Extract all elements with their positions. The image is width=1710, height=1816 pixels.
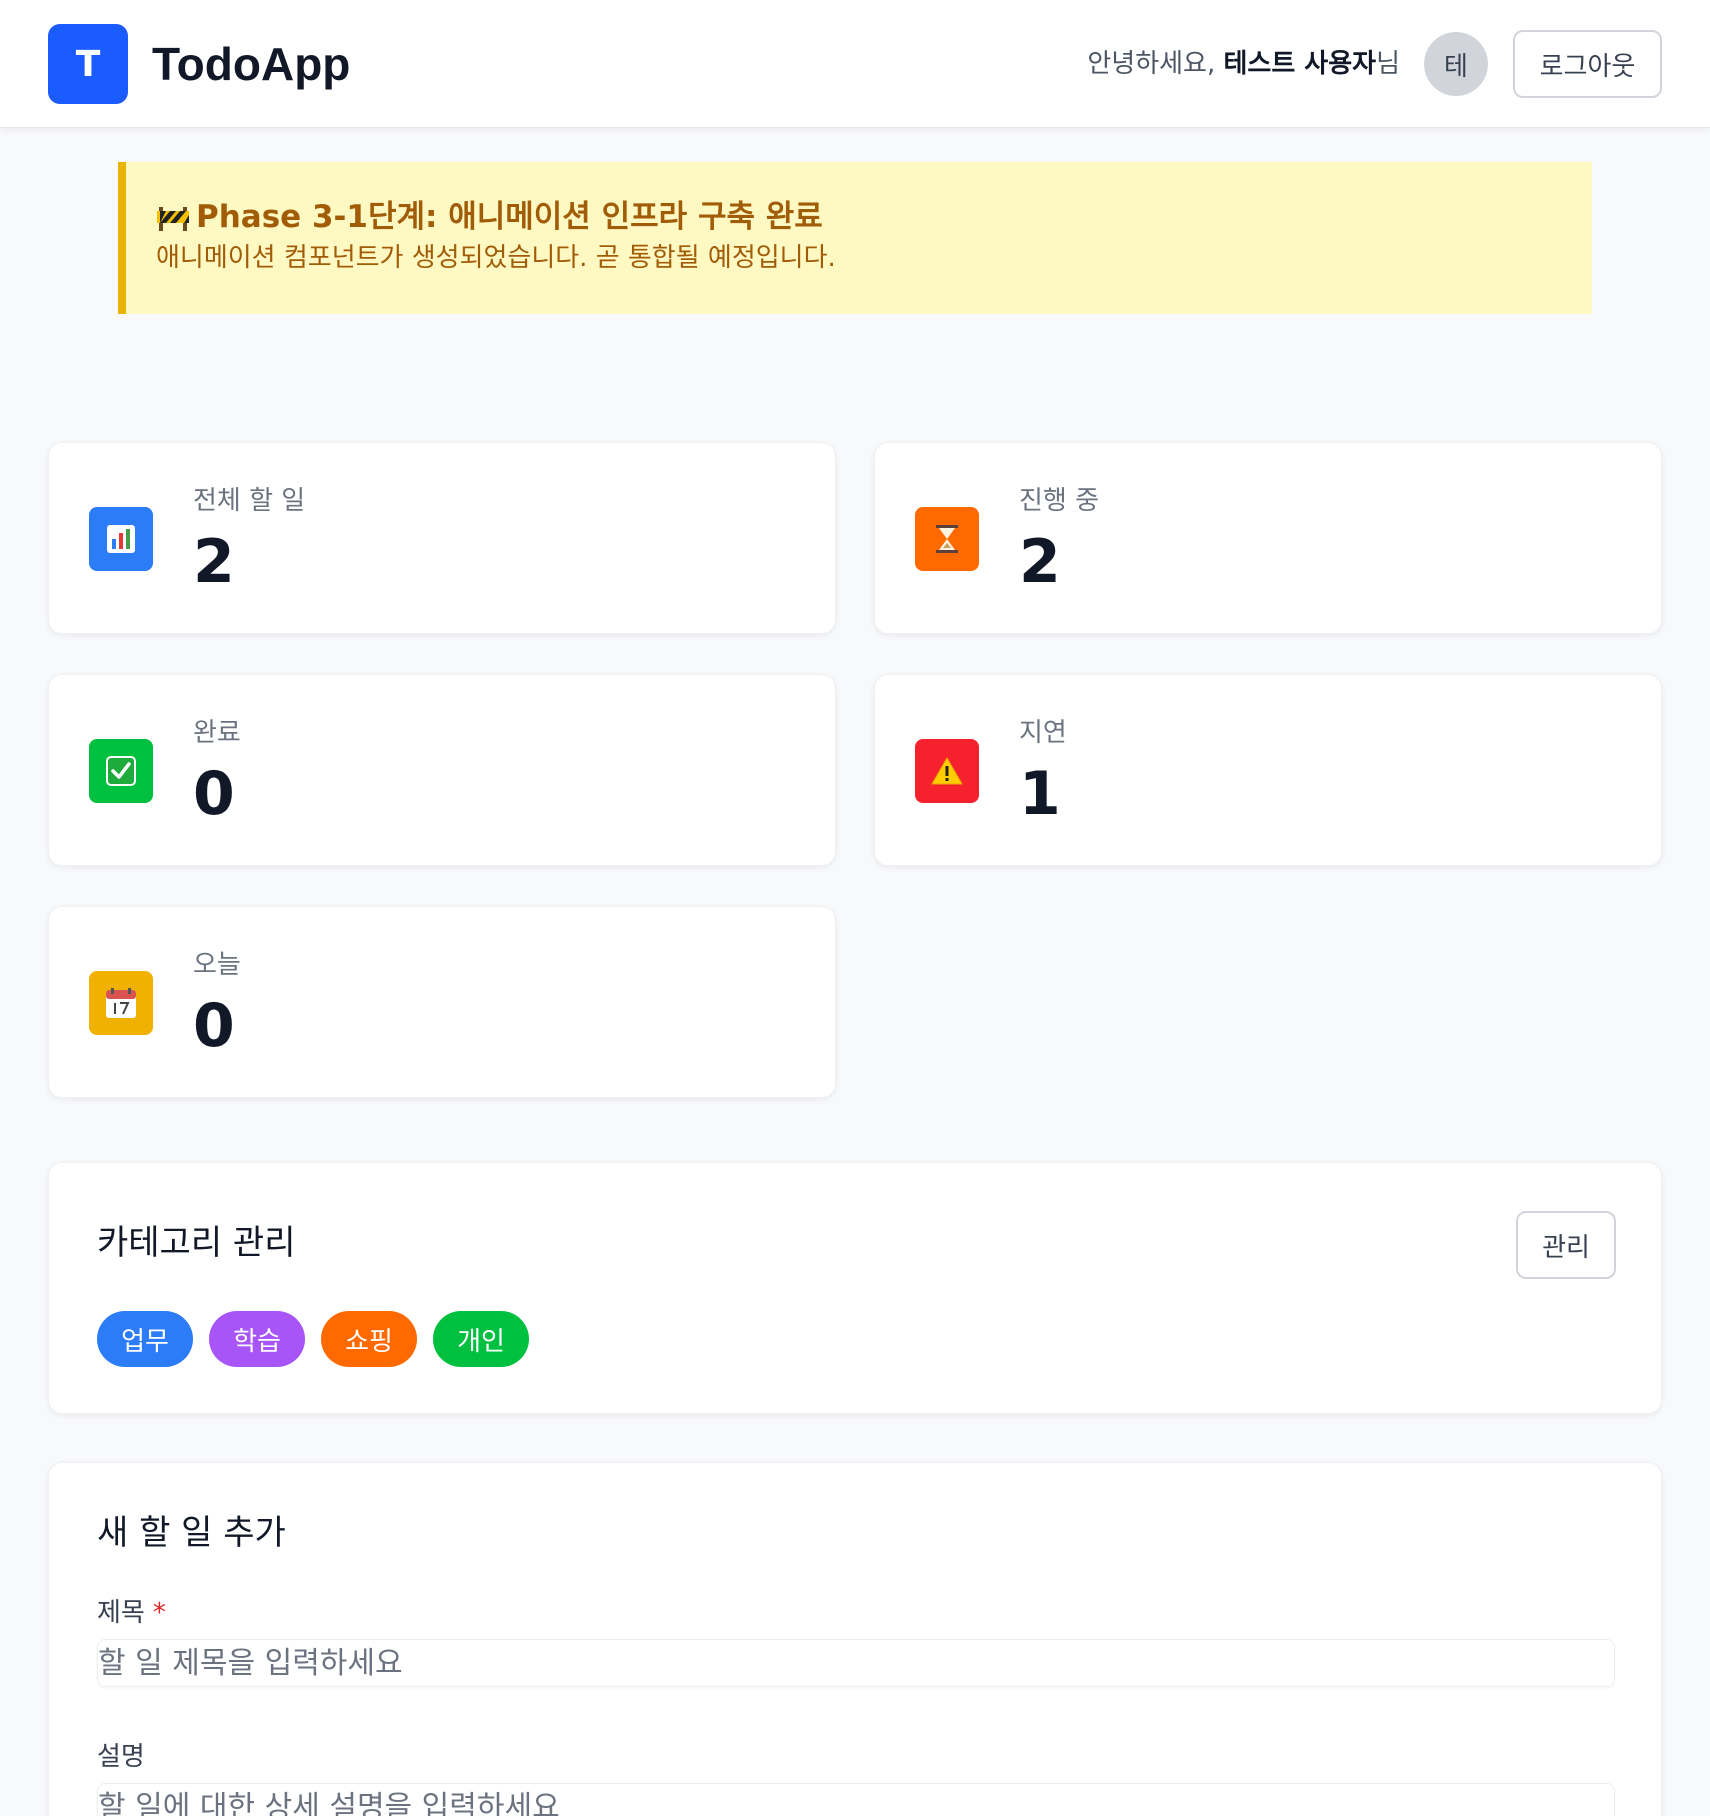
category-chip-personal[interactable]: 개인	[433, 1311, 529, 1367]
title-input[interactable]	[97, 1639, 1615, 1687]
stat-value: 0	[193, 759, 235, 829]
new-todo-title: 새 할 일 추가	[97, 1513, 286, 1553]
user-name: 테스트 사용자	[1223, 49, 1377, 79]
stat-card-overdue[interactable]: 지연 1	[874, 674, 1662, 866]
construction-icon	[156, 202, 190, 232]
stat-value: 2	[193, 527, 235, 597]
check-icon	[89, 739, 153, 803]
manage-categories-button[interactable]: 관리	[1516, 1211, 1616, 1279]
stat-label: 지연	[1019, 718, 1067, 748]
category-chip-study[interactable]: 학습	[209, 1311, 305, 1367]
app-name: TodoApp	[152, 38, 351, 90]
category-panel: 카테고리 관리 관리 업무 학습 쇼핑 개인	[48, 1162, 1662, 1414]
stat-card-today[interactable]: 오늘 0	[48, 906, 836, 1098]
greeting-prefix: 안녕하세요,	[1087, 49, 1224, 79]
title-field-label: 제목 *	[97, 1595, 166, 1631]
stat-label: 완료	[193, 718, 241, 748]
logout-button[interactable]: 로그아웃	[1513, 30, 1662, 98]
app-logo: T	[48, 24, 128, 104]
category-panel-title: 카테고리 관리	[97, 1223, 296, 1263]
new-todo-panel: 새 할 일 추가 제목* 설명	[48, 1462, 1662, 1816]
avatar[interactable]: 테	[1424, 32, 1488, 96]
greeting-suffix: 님	[1376, 49, 1400, 79]
warning-icon	[915, 739, 979, 803]
phase-banner: Phase 3-1단계: 애니메이션 인프라 구축 완료 애니메이션 컴포넌트가…	[118, 162, 1592, 314]
app-header: T TodoApp 안녕하세요, 테스트 사용자님 테 로그아웃	[0, 0, 1710, 128]
stat-value: 2	[1019, 527, 1061, 597]
category-chip-work[interactable]: 업무	[97, 1311, 193, 1367]
required-mark: *	[152, 1598, 166, 1628]
user-greeting: 안녕하세요, 테스트 사용자님	[1087, 46, 1400, 82]
stat-label: 진행 중	[1019, 486, 1100, 516]
description-input[interactable]	[97, 1783, 1615, 1816]
bar-chart-icon	[89, 507, 153, 571]
stat-label: 전체 할 일	[193, 486, 306, 516]
banner-title: Phase 3-1단계: 애니메이션 인프라 구축 완료	[196, 199, 823, 235]
stat-label: 오늘	[193, 950, 241, 980]
category-list: 업무 학습 쇼핑 개인	[97, 1311, 529, 1367]
stat-value: 0	[193, 991, 235, 1061]
stat-card-total[interactable]: 전체 할 일 2	[48, 442, 836, 634]
hourglass-icon	[915, 507, 979, 571]
calendar-icon	[89, 971, 153, 1035]
title-label-text: 제목	[97, 1598, 145, 1628]
stat-card-completed[interactable]: 완료 0	[48, 674, 836, 866]
category-chip-shopping[interactable]: 쇼핑	[321, 1311, 417, 1367]
description-field-label: 설명	[97, 1742, 145, 1772]
stat-card-in-progress[interactable]: 진행 중 2	[874, 442, 1662, 634]
banner-text: 애니메이션 컴포넌트가 생성되었습니다. 곧 통합될 예정입니다.	[156, 243, 836, 273]
stat-value: 1	[1019, 759, 1061, 829]
